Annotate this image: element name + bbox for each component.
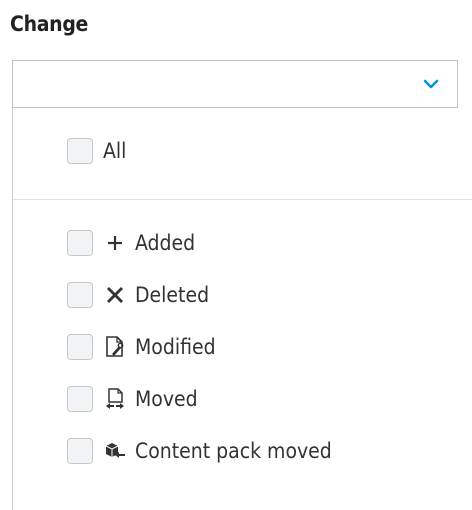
checkbox[interactable] — [67, 230, 93, 256]
option-added[interactable]: Added — [67, 228, 195, 258]
checkbox[interactable] — [67, 282, 93, 308]
checkbox[interactable] — [67, 334, 93, 360]
option-deleted[interactable]: Deleted — [67, 280, 209, 310]
plus-icon — [103, 231, 127, 255]
modified-document-icon — [103, 335, 127, 359]
content-pack-moved-icon — [103, 439, 127, 463]
chevron-down-icon[interactable] — [423, 78, 439, 90]
checkbox[interactable] — [67, 138, 93, 164]
option-label: Content pack moved — [135, 439, 332, 463]
checkbox[interactable] — [67, 438, 93, 464]
option-modified[interactable]: Modified — [67, 332, 216, 362]
option-label: Deleted — [135, 283, 210, 307]
option-label: Added — [135, 231, 196, 255]
option-moved[interactable]: Moved — [67, 384, 198, 414]
x-icon — [103, 283, 127, 307]
filter-title: Change — [10, 12, 89, 36]
option-all[interactable]: All — [67, 136, 126, 166]
option-content-pack-moved[interactable]: Content pack moved — [67, 436, 332, 466]
option-label: All — [103, 139, 127, 163]
checkbox[interactable] — [67, 386, 93, 412]
change-dropdown[interactable] — [12, 60, 458, 108]
option-label: Modified — [135, 335, 216, 359]
divider — [13, 199, 472, 200]
dropdown-options-panel: All Added Deleted Modified Moved Content… — [12, 108, 472, 510]
option-label: Moved — [135, 387, 198, 411]
moved-document-icon — [103, 387, 127, 411]
